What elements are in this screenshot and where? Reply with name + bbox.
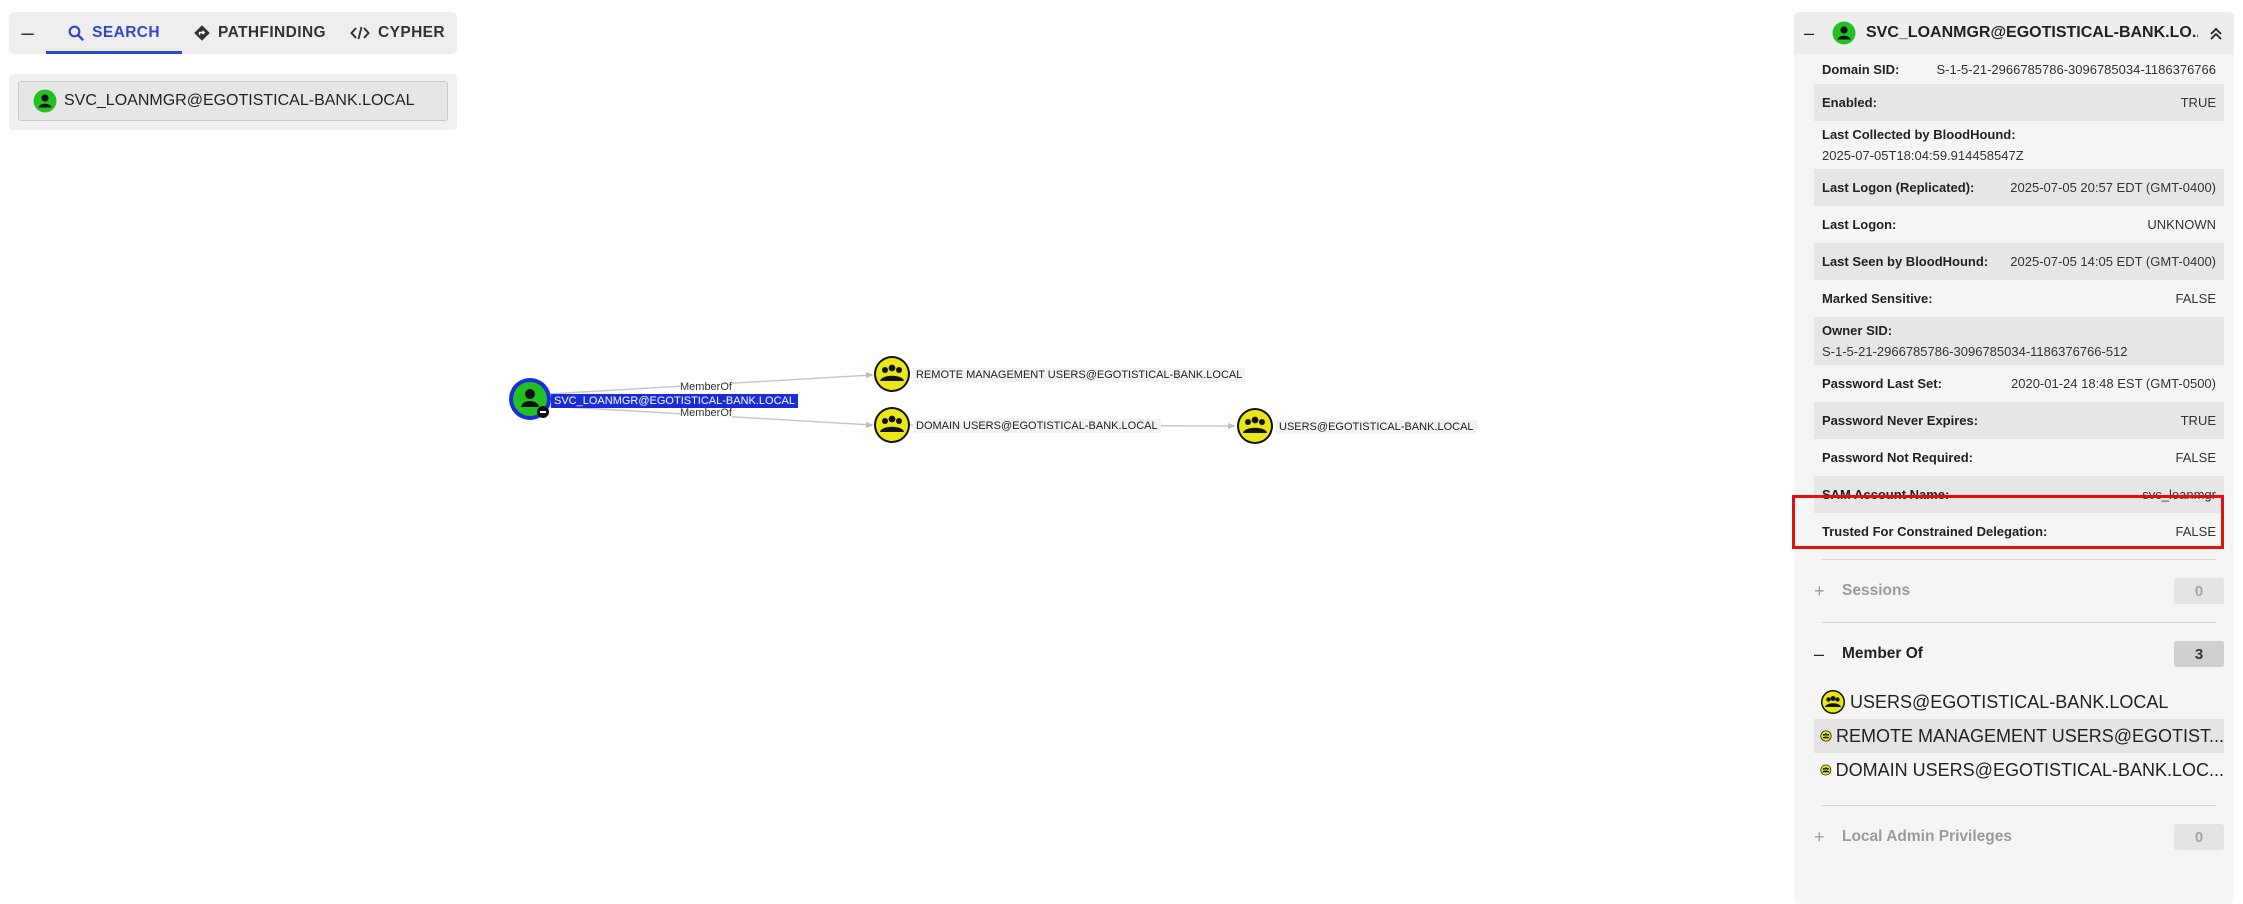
prop-password-never-expires: Password Never Expires: TRUE xyxy=(1814,402,2224,439)
prop-key: Password Never Expires: xyxy=(1822,413,1979,428)
prop-value: 2020-01-24 18:48 EST (GMT-0500) xyxy=(2011,376,2216,391)
prop-value: FALSE xyxy=(2175,291,2216,306)
prop-value: S-1-5-21-2966785786-3096785034-118637676… xyxy=(1936,61,2217,77)
edge-arrow xyxy=(866,422,874,428)
edge-arrow xyxy=(866,372,874,378)
node-detail-panel: – SVC_LOANMGR@EGOTISTICAL-BANK.LO... Dom… xyxy=(1794,12,2234,904)
node-users[interactable] xyxy=(1237,408,1273,444)
sam-account-highlight-box xyxy=(1792,495,2224,549)
prop-domain-sid: Domain SID: S-1-5-21-2966785786-309678503… xyxy=(1814,54,2224,84)
prop-key: Enabled: xyxy=(1822,95,1877,110)
section-member-of[interactable]: – Member Of 3 xyxy=(1814,623,2224,685)
prop-key: Owner SID: xyxy=(1822,323,1893,338)
prop-value: TRUE xyxy=(2180,95,2216,110)
prop-key: Marked Sensitive: xyxy=(1822,291,1933,306)
member-of-label: REMOTE MANAGEMENT USERS@EGOTIST... xyxy=(1836,725,2224,746)
prop-value: UNKNOWN xyxy=(2147,217,2216,232)
prop-value: 2025-07-05 20:57 EDT (GMT-0400) xyxy=(2010,180,2216,195)
graph-edges xyxy=(509,356,1273,444)
prop-key: Last Seen by BloodHound: xyxy=(1822,254,1989,269)
prop-last-logon-replicated: Last Logon (Replicated): 2025-07-05 20:57… xyxy=(1814,169,2224,206)
prop-last-seen: Last Seen by BloodHound: 2025-07-05 14:05… xyxy=(1814,243,2224,280)
edge-arrow xyxy=(1228,423,1236,429)
prop-key: Last Collected by BloodHound: xyxy=(1822,127,2016,142)
member-of-count-badge: 3 xyxy=(2174,641,2224,667)
sessions-count-badge: 0 xyxy=(2174,578,2224,604)
prop-last-logon: Last Logon: UNKNOWN xyxy=(1814,206,2224,243)
prop-value: 2025-07-05T18:04:59.914458547Z xyxy=(1822,148,2024,163)
detail-panel-body: Domain SID: S-1-5-21-2966785786-309678503… xyxy=(1794,54,2234,868)
collapse-detail-button[interactable]: – xyxy=(1804,23,1822,44)
node-label[interactable]: USERS@EGOTISTICAL-BANK.LOCAL xyxy=(1276,420,1477,434)
prop-value: TRUE xyxy=(2180,413,2216,428)
prop-password-last-set: Password Last Set: 2020-01-24 18:48 EST (… xyxy=(1814,365,2224,402)
prop-key: Password Last Set: xyxy=(1822,376,1942,391)
member-of-label: USERS@EGOTISTICAL-BANK.LOCAL xyxy=(1850,691,2169,712)
collapse-icon: – xyxy=(1814,643,1825,664)
node-domain-users[interactable] xyxy=(874,407,910,443)
edge-label: MemberOf xyxy=(680,381,732,393)
edge-label: MemberOf xyxy=(680,407,732,419)
member-of-item[interactable]: DOMAIN USERS@EGOTISTICAL-BANK.LOC... xyxy=(1814,753,2224,787)
detail-panel-header: – SVC_LOANMGR@EGOTISTICAL-BANK.LO... xyxy=(1794,12,2234,54)
prop-last-collected: Last Collected by BloodHound: 2025-07-05T… xyxy=(1814,121,2224,169)
prop-value: S-1-5-21-2966785786-3096785034-118637676… xyxy=(1822,344,2128,359)
prop-key: Domain SID: xyxy=(1822,61,1900,77)
detail-panel-title: SVC_LOANMGR@EGOTISTICAL-BANK.LO... xyxy=(1866,24,2198,41)
group-icon xyxy=(1821,690,1845,714)
bloodhound-window: – SEARCH PATHFINDING CYPHER SVC_LOANMGR@… xyxy=(0,0,2243,904)
prop-owner-sid: Owner SID: S-1-5-21-2966785786-3096785034… xyxy=(1814,317,2224,365)
prop-value: 2025-07-05 14:05 EDT (GMT-0400) xyxy=(2010,254,2216,269)
section-label: Local Admin Privileges xyxy=(1842,828,2012,845)
member-of-label: DOMAIN USERS@EGOTISTICAL-BANK.LOC... xyxy=(1835,759,2224,780)
prop-marked-sensitive: Marked Sensitive: FALSE xyxy=(1814,280,2224,317)
node-label[interactable]: REMOTE MANAGEMENT USERS@EGOTISTICAL-BANK… xyxy=(913,368,1246,382)
prop-key: Last Logon (Replicated): xyxy=(1822,180,1975,195)
prop-key: Last Logon: xyxy=(1822,217,1897,232)
chevron-up-icon[interactable] xyxy=(2208,25,2224,41)
prop-key: Password Not Required: xyxy=(1822,450,1973,465)
group-icon xyxy=(1820,764,1832,776)
expand-icon: + xyxy=(1814,826,1825,847)
section-label: Sessions xyxy=(1842,582,1911,599)
section-label: Member Of xyxy=(1842,645,1923,662)
prop-enabled: Enabled: TRUE xyxy=(1814,84,2224,121)
member-of-item[interactable]: USERS@EGOTISTICAL-BANK.LOCAL xyxy=(1814,685,2224,719)
expand-icon: + xyxy=(1814,580,1825,601)
group-icon xyxy=(1820,730,1832,742)
prop-value: FALSE xyxy=(2175,450,2216,465)
section-local-admin[interactable]: + Local Admin Privileges 0 xyxy=(1814,806,2224,868)
node-label[interactable]: DOMAIN USERS@EGOTISTICAL-BANK.LOCAL xyxy=(913,419,1161,433)
node-svc-loanmgr[interactable] xyxy=(509,378,551,420)
local-admin-count-badge: 0 xyxy=(2174,824,2224,850)
member-of-item[interactable]: REMOTE MANAGEMENT USERS@EGOTIST... xyxy=(1814,719,2224,753)
node-label-selected[interactable]: SVC_LOANMGR@EGOTISTICAL-BANK.LOCAL xyxy=(551,394,799,408)
user-node-icon xyxy=(1832,21,1856,45)
section-sessions[interactable]: + Sessions 0 xyxy=(1814,560,2224,622)
prop-password-not-required: Password Not Required: FALSE xyxy=(1814,439,2224,476)
node-remote-management-users[interactable] xyxy=(874,356,910,392)
graph-canvas[interactable]: MemberOf MemberOf SVC_LOANMGR@EGOTISTICA… xyxy=(0,0,1780,904)
